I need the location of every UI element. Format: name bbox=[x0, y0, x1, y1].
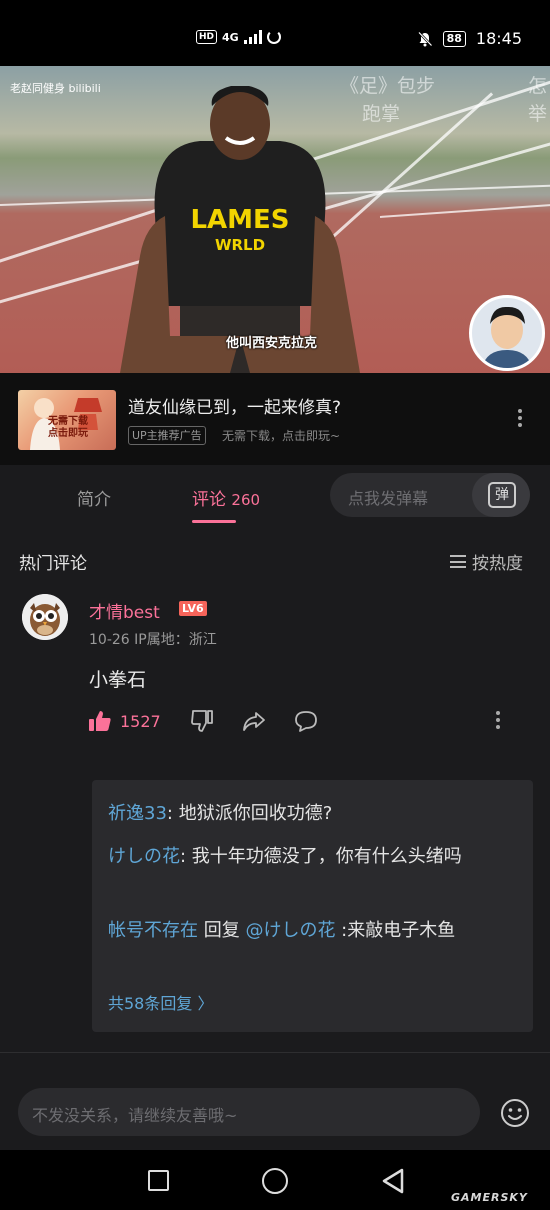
comment-username[interactable]: 才情best bbox=[89, 598, 160, 623]
tab-comments-label: 评论 bbox=[192, 490, 226, 510]
reply-item[interactable]: 帐号不存在 回复 @けしの花 :来敲电子木鱼 bbox=[108, 915, 518, 947]
view-more-replies-link[interactable]: 共58条回复 〉 bbox=[108, 990, 213, 1014]
reply-preview[interactable]: 祈逸33: 地狱派你回收功德? けしの花: 我十年功德没了，你有什么头绪吗 帐号… bbox=[92, 780, 533, 1032]
nav-recent-icon[interactable] bbox=[148, 1170, 169, 1191]
comment-text: 小拳石 bbox=[89, 669, 147, 691]
reply-username[interactable]: けしの花 bbox=[108, 846, 180, 867]
like-count: 1527 bbox=[120, 712, 161, 731]
nav-back-icon[interactable] bbox=[380, 1167, 406, 1195]
dislike-icon[interactable] bbox=[190, 709, 214, 733]
loading-icon bbox=[266, 30, 281, 44]
system-nav-bar: GAMERSKY bbox=[0, 1150, 550, 1210]
comment-input[interactable]: 不发没关系，请继续友善哦~ bbox=[18, 1088, 480, 1136]
site-watermark: GAMERSKY bbox=[451, 1191, 528, 1204]
bell-off-icon bbox=[417, 31, 432, 46]
danmaku-placeholder: 点我发弹幕 bbox=[348, 489, 429, 508]
channel-watermark: 老赵同健身 bilibili bbox=[10, 82, 101, 95]
avatar[interactable] bbox=[22, 594, 68, 640]
comment-input-placeholder: 不发没关系，请继续友善哦~ bbox=[32, 1106, 238, 1125]
presenter-figure bbox=[482, 306, 532, 368]
danmaku-icon: 弹 bbox=[488, 482, 516, 508]
tab-comments[interactable]: 评论 260 bbox=[192, 485, 260, 510]
ad-thumbnail-caption-1: 无需下载 bbox=[48, 416, 88, 427]
divider bbox=[0, 1052, 550, 1053]
reply-item[interactable]: 祈逸33: 地狱派你回收功德? bbox=[108, 798, 518, 830]
reply-text: : 我十年功德没了，你有什么头绪吗 bbox=[180, 846, 462, 867]
athlete-figure: LAMES WRLD bbox=[120, 86, 360, 373]
shirt-text-1: LAMES bbox=[190, 205, 289, 235]
ad-thumbnail: 无需下载 点击即玩 bbox=[18, 390, 116, 450]
danmaku-input[interactable]: 点我发弹幕 弹 bbox=[330, 473, 530, 517]
reply-username[interactable]: 祈逸33 bbox=[108, 803, 167, 824]
reply-username[interactable]: 帐号不存在 bbox=[108, 920, 198, 941]
tab-active-indicator bbox=[192, 520, 236, 523]
comment-section: 热门评论 按热度 才情best LV6 10-26 IP属地：浙江 小拳石 15… bbox=[0, 531, 550, 1056]
danmaku-icon-text: 弹 bbox=[495, 487, 509, 503]
tab-intro[interactable]: 简介 bbox=[77, 485, 111, 510]
ad-thumbnail-caption: 无需下载 点击即玩 bbox=[48, 416, 88, 440]
ad-thumbnail-caption-2: 点击即玩 bbox=[48, 428, 88, 439]
reply-icon[interactable] bbox=[294, 709, 318, 733]
video-player[interactable]: 老赵同健身 bilibili 《足》包步 跑掌 怎 举 LAMES WRLD 他… bbox=[0, 66, 550, 373]
shirt-text-2: WRLD bbox=[215, 236, 265, 254]
video-subtitle: 他叫西安克拉克 bbox=[226, 336, 318, 351]
danmaku-toggle-button[interactable]: 弹 bbox=[472, 473, 530, 517]
like-icon[interactable] bbox=[88, 709, 112, 733]
status-bar: HD 4G 88 18:45 bbox=[0, 0, 550, 66]
sort-button[interactable]: 按热度 bbox=[450, 549, 523, 574]
network-indicator: HD 4G bbox=[196, 30, 281, 44]
reply-item[interactable]: けしの花: 我十年功德没了，你有什么头绪吗 bbox=[108, 841, 518, 873]
hd-badge: HD bbox=[196, 30, 218, 44]
tab-bar: 简介 评论 260 点我发弹幕 弹 bbox=[0, 465, 550, 531]
edge-watermark: 怎 举 bbox=[528, 72, 547, 128]
clock: 18:45 bbox=[475, 29, 522, 48]
sort-icon bbox=[450, 555, 466, 568]
track-line bbox=[379, 202, 550, 218]
tab-comments-count: 260 bbox=[231, 491, 261, 509]
reply-mention[interactable]: @けしの花 bbox=[245, 920, 335, 941]
comment-input-bar: 不发没关系，请继续友善哦~ bbox=[0, 1056, 550, 1150]
signal-icon bbox=[243, 30, 262, 44]
edge-watermark-line-1: 怎 bbox=[528, 75, 548, 97]
level-badge: LV6 bbox=[179, 601, 207, 616]
comment-more-icon[interactable] bbox=[494, 711, 502, 731]
status-right: 88 18:45 bbox=[417, 29, 522, 48]
more-vertical-icon[interactable] bbox=[510, 409, 530, 429]
edge-watermark-line-2: 举 bbox=[528, 103, 548, 125]
nav-home-icon[interactable] bbox=[262, 1168, 288, 1194]
sort-label: 按热度 bbox=[472, 554, 523, 574]
ad-subtitle: 无需下载，点击即玩~ bbox=[222, 429, 341, 443]
presenter-avatar-overlay bbox=[469, 295, 545, 371]
network-type: 4G bbox=[222, 30, 239, 44]
reply-text: :来敲电子木鱼 bbox=[335, 920, 456, 941]
share-icon[interactable] bbox=[242, 709, 266, 733]
battery-icon: 88 bbox=[442, 30, 466, 47]
comment-meta: 10-26 IP属地：浙江 bbox=[89, 632, 217, 648]
hot-comments-title: 热门评论 bbox=[19, 554, 87, 574]
comment-actions: 1527 bbox=[88, 709, 528, 735]
emoji-icon[interactable] bbox=[500, 1098, 530, 1128]
reply-text: : 地狱派你回收功德? bbox=[166, 803, 333, 824]
owl-avatar-icon bbox=[22, 594, 68, 640]
ad-banner[interactable]: 无需下载 点击即玩 道友仙缘已到，一起来修真? UP主推荐广告 无需下载，点击即… bbox=[0, 373, 550, 465]
reply-connector: 回复 bbox=[198, 920, 246, 941]
ad-tag: UP主推荐广告 bbox=[128, 426, 206, 445]
ad-title[interactable]: 道友仙缘已到，一起来修真? bbox=[128, 393, 341, 418]
